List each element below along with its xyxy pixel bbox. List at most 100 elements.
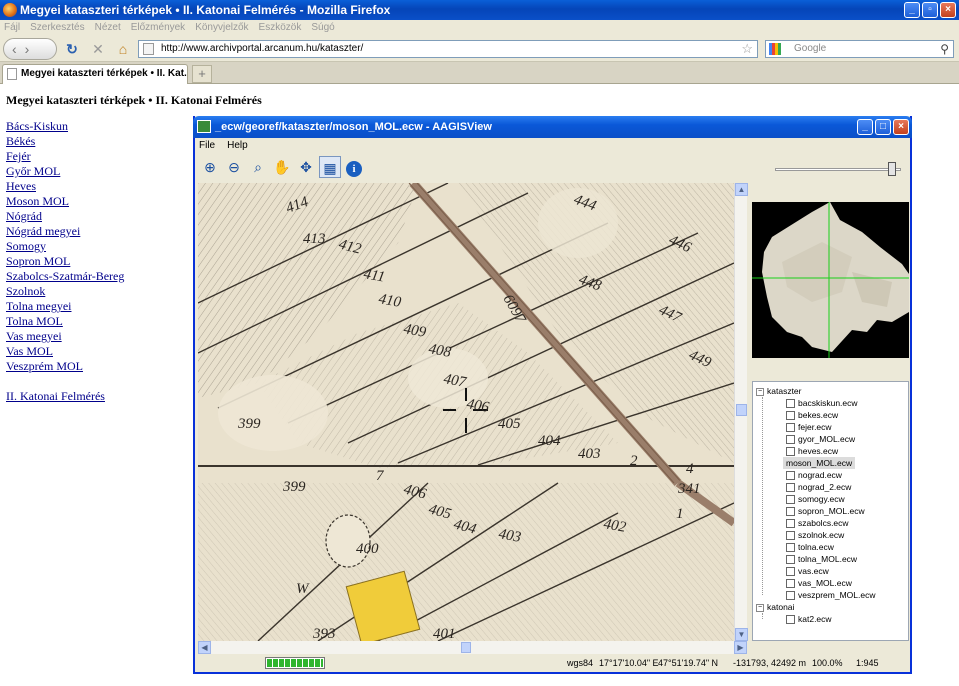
restore-button[interactable]: ▫ bbox=[922, 2, 938, 18]
layer-checkbox[interactable] bbox=[786, 507, 795, 517]
layer-checkbox[interactable] bbox=[786, 447, 795, 457]
gis-menu-help[interactable]: Help bbox=[227, 139, 248, 153]
link-tolna-mol[interactable]: Tolna MOL bbox=[6, 314, 124, 329]
scroll-right-icon[interactable]: ▶ bbox=[734, 641, 747, 654]
tree-item[interactable]: bacskiskun.ecw bbox=[786, 397, 858, 409]
search-box[interactable]: Google ⚲ bbox=[765, 40, 954, 58]
tree-item[interactable]: moson_MOL.ecw bbox=[783, 457, 856, 469]
back-forward-buttons[interactable]: ‹› bbox=[3, 38, 57, 60]
tree-item[interactable]: nograd_2.ecw bbox=[786, 481, 851, 493]
layer-checkbox[interactable] bbox=[786, 423, 795, 433]
layers-icon[interactable]: ▦ bbox=[319, 156, 341, 178]
tree-item[interactable]: veszprem_MOL.ecw bbox=[786, 589, 875, 601]
layer-checkbox[interactable] bbox=[786, 399, 795, 409]
menu-help[interactable]: Súgó bbox=[311, 20, 334, 36]
layer-checkbox[interactable] bbox=[786, 591, 795, 601]
layer-checkbox[interactable] bbox=[786, 615, 795, 625]
gis-maximize-button[interactable]: □ bbox=[875, 119, 891, 135]
layer-checkbox[interactable] bbox=[786, 579, 795, 589]
zoom-select-icon[interactable]: ⌕ bbox=[247, 156, 269, 178]
link-szabolcs[interactable]: Szabolcs-Szatmár-Bereg bbox=[6, 269, 124, 284]
layer-checkbox[interactable] bbox=[786, 495, 795, 505]
tab-active[interactable]: Megyei kataszteri térképek • II. Kat... bbox=[2, 64, 188, 84]
link-vas-mol[interactable]: Vas MOL bbox=[6, 344, 124, 359]
search-icon[interactable]: ⚲ bbox=[940, 41, 949, 57]
move-icon[interactable]: ✥ bbox=[295, 156, 317, 178]
zoom-slider-thumb[interactable] bbox=[888, 162, 897, 176]
vertical-scroll-thumb[interactable] bbox=[736, 404, 747, 416]
layer-checkbox[interactable] bbox=[786, 567, 795, 577]
scroll-up-icon[interactable]: ▲ bbox=[735, 183, 748, 196]
horizontal-scroll-thumb[interactable] bbox=[461, 642, 471, 653]
collapse-icon[interactable]: − bbox=[756, 603, 764, 612]
menu-tools[interactable]: Eszközök bbox=[259, 20, 302, 36]
menu-edit[interactable]: Szerkesztés bbox=[30, 20, 84, 36]
tree-item[interactable]: kat2.ecw bbox=[786, 613, 832, 625]
gis-menu-file[interactable]: File bbox=[199, 139, 215, 153]
link-heves[interactable]: Heves bbox=[6, 179, 124, 194]
tree-group-katonai[interactable]: − katonai bbox=[756, 601, 794, 613]
stop-icon[interactable]: ✕ bbox=[88, 39, 108, 59]
menu-bookmarks[interactable]: Könyvjelzők bbox=[195, 20, 248, 36]
link-katonai-felmeres[interactable]: II. Katonai Felmérés bbox=[6, 389, 124, 404]
link-nograd-megyei[interactable]: Nógrád megyei bbox=[6, 224, 124, 239]
gis-minimize-button[interactable]: _ bbox=[857, 119, 873, 135]
reload-icon[interactable]: ↻ bbox=[62, 39, 82, 59]
minimize-button[interactable]: _ bbox=[904, 2, 920, 18]
layer-checkbox[interactable] bbox=[786, 543, 795, 553]
menu-file[interactable]: Fájl bbox=[4, 20, 20, 36]
address-bar[interactable]: http://www.archivportal.arcanum.hu/katas… bbox=[138, 40, 758, 58]
link-nograd[interactable]: Nógrád bbox=[6, 209, 124, 224]
menu-history[interactable]: Előzmények bbox=[131, 20, 185, 36]
link-gyor-mol[interactable]: Győr MOL bbox=[6, 164, 124, 179]
tree-item[interactable]: nograd.ecw bbox=[786, 469, 842, 481]
link-veszprem-mol[interactable]: Veszprém MOL bbox=[6, 359, 124, 374]
tree-item[interactable]: vas_MOL.ecw bbox=[786, 577, 852, 589]
link-bekes[interactable]: Békés bbox=[6, 134, 124, 149]
map-horizontal-scrollbar[interactable]: ◀ ▶ bbox=[198, 641, 747, 654]
tree-item[interactable]: bekes.ecw bbox=[786, 409, 838, 421]
link-vas-megyei[interactable]: Vas megyei bbox=[6, 329, 124, 344]
tree-item[interactable]: szabolcs.ecw bbox=[786, 517, 849, 529]
link-moson-mol[interactable]: Moson MOL bbox=[6, 194, 124, 209]
info-icon[interactable]: i bbox=[343, 156, 365, 178]
layer-checkbox[interactable] bbox=[786, 483, 795, 493]
link-tolna-megyei[interactable]: Tolna megyei bbox=[6, 299, 124, 314]
layer-checkbox[interactable] bbox=[786, 519, 795, 529]
scroll-left-icon[interactable]: ◀ bbox=[198, 641, 211, 654]
gis-close-button[interactable]: × bbox=[893, 119, 909, 135]
map-canvas[interactable]: 414 413 412 444 446 411 410 448 447 409 408 449 407 4… bbox=[198, 183, 734, 641]
pan-icon[interactable]: ✋ bbox=[271, 156, 293, 178]
overview-map[interactable] bbox=[752, 202, 909, 358]
link-szolnok[interactable]: Szolnok bbox=[6, 284, 124, 299]
tree-item[interactable]: tolna_MOL.ecw bbox=[786, 553, 857, 565]
zoom-out-icon[interactable]: ⊖ bbox=[223, 156, 245, 178]
layer-checkbox[interactable] bbox=[786, 471, 795, 481]
tree-group-kataszter[interactable]: − kataszter bbox=[756, 385, 802, 397]
tree-item[interactable]: tolna.ecw bbox=[786, 541, 834, 553]
menu-view[interactable]: Nézet bbox=[95, 20, 121, 36]
link-fejer[interactable]: Fejér bbox=[6, 149, 124, 164]
tree-item[interactable]: somogy.ecw bbox=[786, 493, 845, 505]
new-tab-button[interactable]: + bbox=[192, 65, 212, 83]
tree-item[interactable]: sopron_MOL.ecw bbox=[786, 505, 865, 517]
layer-checkbox[interactable] bbox=[786, 555, 795, 565]
zoom-slider[interactable] bbox=[775, 162, 901, 176]
collapse-icon[interactable]: − bbox=[756, 387, 764, 396]
close-button[interactable]: × bbox=[940, 2, 956, 18]
tree-item[interactable]: heves.ecw bbox=[786, 445, 838, 457]
bookmark-star-icon[interactable]: ☆ bbox=[741, 41, 753, 57]
tree-item[interactable]: szolnok.ecw bbox=[786, 529, 844, 541]
tree-item[interactable]: vas.ecw bbox=[786, 565, 829, 577]
map-vertical-scrollbar[interactable]: ▲ ▼ bbox=[734, 183, 748, 641]
layer-checkbox[interactable] bbox=[786, 531, 795, 541]
link-somogy[interactable]: Somogy bbox=[6, 239, 124, 254]
tree-item[interactable]: gyor_MOL.ecw bbox=[786, 433, 855, 445]
home-icon[interactable]: ⌂ bbox=[113, 39, 133, 59]
link-sopron-mol[interactable]: Sopron MOL bbox=[6, 254, 124, 269]
layer-checkbox[interactable] bbox=[786, 411, 795, 421]
link-bacs-kiskun[interactable]: Bács-Kiskun bbox=[6, 119, 124, 134]
zoom-in-icon[interactable]: ⊕ bbox=[199, 156, 221, 178]
layer-checkbox[interactable] bbox=[786, 435, 795, 445]
tree-item[interactable]: fejer.ecw bbox=[786, 421, 832, 433]
